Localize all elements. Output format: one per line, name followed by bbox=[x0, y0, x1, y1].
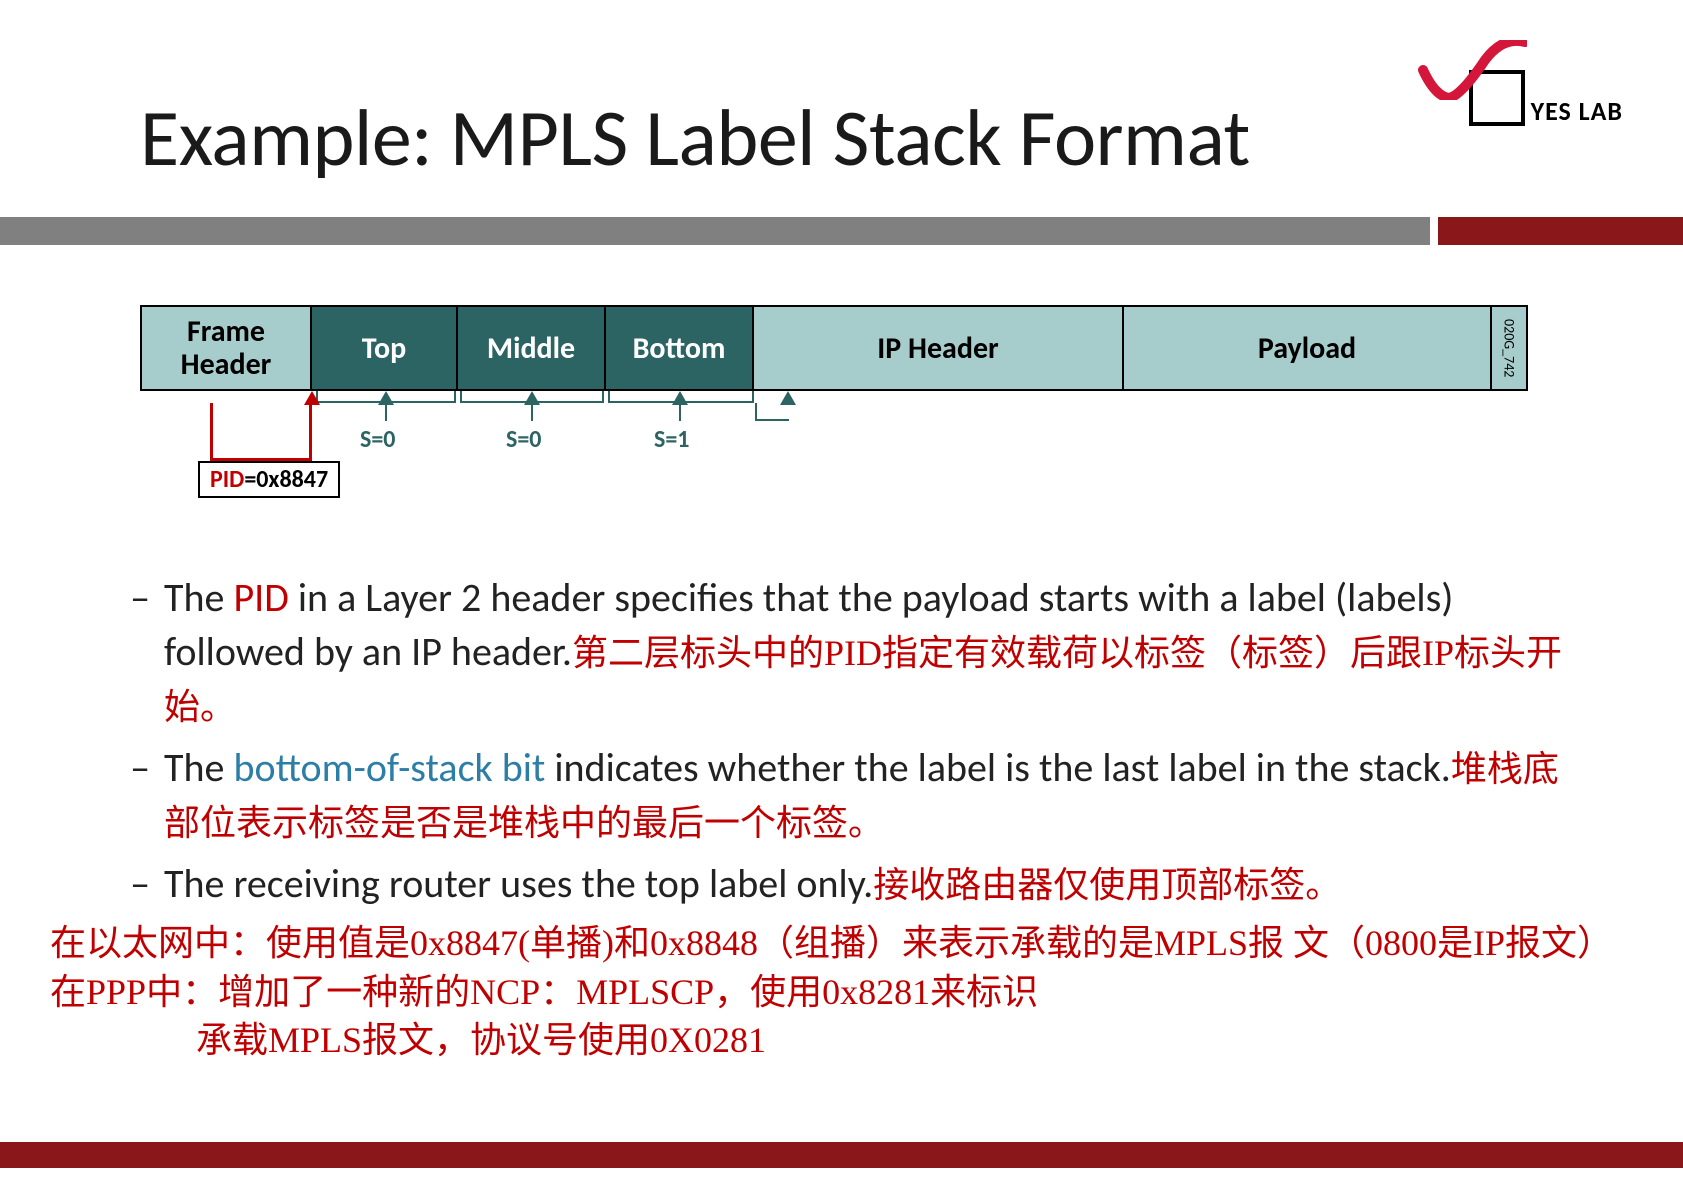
footer-chinese: 在以太网中：使用值是0x8847(单播)和0x8848（组播）来表示承载的是MP… bbox=[50, 919, 1630, 1065]
title-divider bbox=[0, 217, 1683, 245]
bullet-span: PID bbox=[233, 573, 288, 622]
bullet-span: The receiving router uses the top label … bbox=[164, 859, 873, 908]
cell-top: Top bbox=[310, 305, 458, 391]
cell-payload: Payload bbox=[1122, 305, 1492, 391]
pid-key: PID bbox=[210, 465, 244, 494]
bullet-span: The bbox=[164, 573, 233, 622]
bullet-span: The bbox=[164, 743, 233, 792]
footer-line-2: 承载MPLS报文，协议号使用0X0281 bbox=[50, 1016, 1630, 1065]
diagram-annotations: S=0 S=0 S=1 PID=0x8847 bbox=[140, 391, 1540, 511]
bullet-span: indicates whether the label is the last … bbox=[545, 743, 1451, 792]
bullet-item: – The PID in a Layer 2 header specifies … bbox=[100, 571, 1580, 733]
bullet-span: bottom-of-stack bit bbox=[233, 743, 545, 792]
s-label-0b: S=0 bbox=[506, 425, 541, 454]
pid-label-box: PID=0x8847 bbox=[198, 461, 340, 498]
diagram-side-label: 020G_742 bbox=[1490, 305, 1528, 391]
bullet-text-2: The receiving router uses the top label … bbox=[164, 857, 1580, 911]
pid-value: =0x8847 bbox=[244, 465, 328, 494]
footer-line-1: 在以太网中：使用值是0x8847(单播)和0x8848（组播）来表示承载的是MP… bbox=[50, 919, 1630, 1016]
bullet-text-1: The bottom-of-stack bit indicates whethe… bbox=[164, 741, 1580, 849]
logo-text: YES LAB bbox=[1531, 98, 1623, 126]
s-label-1: S=1 bbox=[654, 425, 689, 454]
logo-checkmark-icon bbox=[1417, 40, 1527, 100]
diagram-row: Frame Header Top Middle Bottom IP Header… bbox=[140, 305, 1540, 391]
bullet-item: – The receiving router uses the top labe… bbox=[100, 857, 1580, 911]
bullet-item: – The bottom-of-stack bit indicates whet… bbox=[100, 741, 1580, 849]
cell-bottom: Bottom bbox=[604, 305, 754, 391]
slide: YES LAB Example: MPLS Label Stack Format… bbox=[0, 0, 1683, 1190]
bottom-bar bbox=[0, 1142, 1683, 1168]
logo: YES LAB bbox=[1469, 70, 1623, 126]
cell-frame-header: Frame Header bbox=[140, 305, 312, 391]
mpls-diagram: Frame Header Top Middle Bottom IP Header… bbox=[140, 305, 1540, 511]
s-label-0a: S=0 bbox=[360, 425, 395, 454]
bullet-text-0: The PID in a Layer 2 header specifies th… bbox=[164, 571, 1580, 733]
cell-middle: Middle bbox=[456, 305, 606, 391]
cell-ip-header: IP Header bbox=[752, 305, 1124, 391]
logo-checkbox-icon bbox=[1469, 70, 1525, 126]
page-title: Example: MPLS Label Stack Format bbox=[0, 0, 1683, 217]
bullet-list: – The PID in a Layer 2 header specifies … bbox=[100, 571, 1580, 911]
bullet-span: 接收路由器仅使用顶部标签。 bbox=[873, 865, 1341, 905]
